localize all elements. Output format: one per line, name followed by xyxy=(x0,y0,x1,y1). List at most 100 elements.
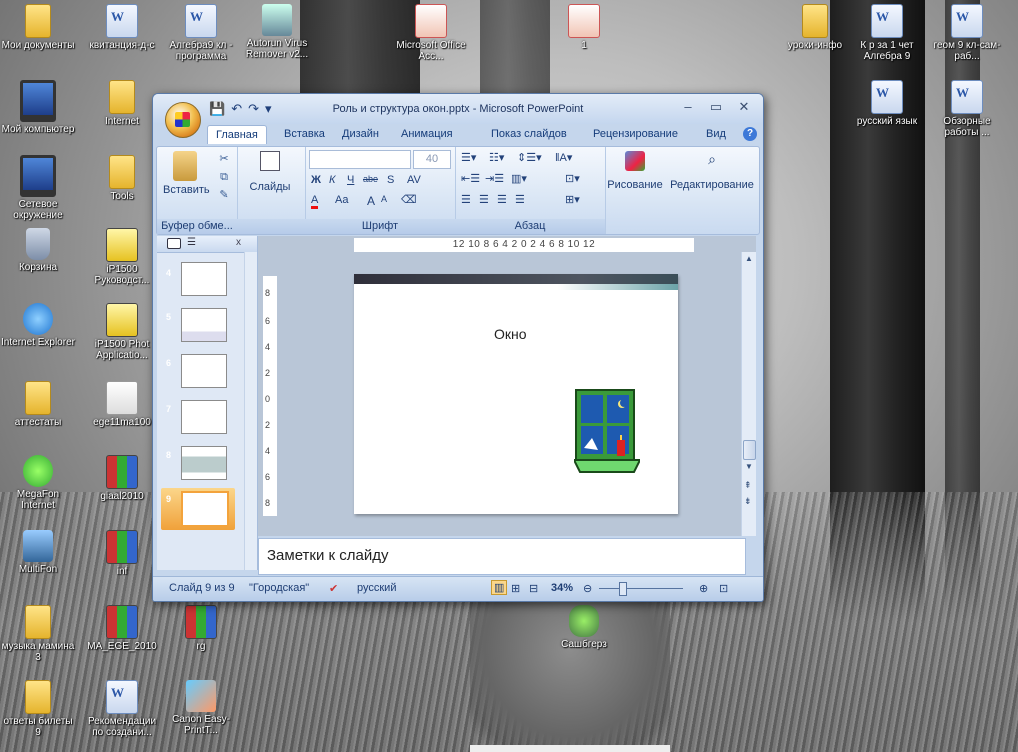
scroll-down-icon[interactable]: ▼ xyxy=(745,462,753,471)
numbering-icon[interactable]: ☷▾ xyxy=(489,151,504,164)
desktop-icon[interactable]: ege11ma100 xyxy=(85,381,159,428)
line-spacing-icon[interactable]: ⇕☰▾ xyxy=(517,151,542,164)
previous-slide-icon[interactable]: ⇞ xyxy=(744,480,752,491)
columns-icon[interactable]: ▥▾ xyxy=(511,172,527,185)
text-direction-icon[interactable]: ‖A▾ xyxy=(555,151,572,164)
fit-to-window-icon[interactable]: ⊡ xyxy=(719,582,728,595)
desktop-icon[interactable]: inf xyxy=(85,530,159,577)
grow-font-button[interactable]: A xyxy=(367,194,375,208)
drawing-button[interactable]: Рисование xyxy=(607,151,663,191)
desktop-icon[interactable]: К р за 1 чет Алгебра 9 xyxy=(850,4,924,62)
desktop-icon[interactable]: Сетевое окружение xyxy=(1,155,75,221)
desktop-icon[interactable]: Autorun Virus Remover v2... xyxy=(240,4,314,60)
paste-button[interactable]: Вставить xyxy=(163,151,210,196)
help-icon[interactable]: ? xyxy=(743,127,757,141)
slide-title[interactable]: Окно xyxy=(494,326,527,342)
scroll-thumb[interactable] xyxy=(743,440,756,460)
spellcheck-icon[interactable]: ✔ xyxy=(329,582,338,595)
slide-canvas[interactable]: Окно xyxy=(354,274,678,514)
office-button[interactable] xyxy=(165,102,201,138)
font-color-button[interactable]: A xyxy=(311,194,319,209)
close-panel-icon[interactable]: x xyxy=(236,237,241,248)
align-right-icon[interactable]: ☰ xyxy=(497,193,507,206)
font-size-dropdown[interactable]: 40 xyxy=(413,150,451,169)
desktop-icon[interactable]: геом 9 кл-сам-раб... xyxy=(930,4,1004,62)
align-center-icon[interactable]: ☰ xyxy=(479,193,489,206)
desktop-icon[interactable]: 1 xyxy=(547,4,621,51)
close-button[interactable]: ✕ xyxy=(731,98,757,116)
desktop-icon[interactable]: Сашбгерз xyxy=(547,605,621,650)
bold-button[interactable]: Ж xyxy=(311,174,321,186)
maximize-button[interactable]: ▭ xyxy=(703,98,729,116)
underline-button[interactable]: Ч xyxy=(347,174,354,186)
desktop-icon[interactable]: giaal2010 xyxy=(85,455,159,502)
zoom-out-icon[interactable]: ⊖ xyxy=(583,582,592,595)
increase-indent-icon[interactable]: ⇥☰ xyxy=(485,172,504,185)
desktop-icon[interactable]: iP1500 Phot Applicatio... xyxy=(85,303,159,361)
desktop-icon[interactable]: Мой компьютер xyxy=(1,80,75,135)
smartart-icon[interactable]: ⊞▾ xyxy=(565,193,580,206)
italic-button[interactable]: К xyxy=(329,174,335,186)
normal-view-icon[interactable]: ▥ xyxy=(491,580,508,595)
zoom-in-icon[interactable]: ⊕ xyxy=(699,582,708,595)
tab-slides-icon[interactable] xyxy=(167,238,181,249)
desktop-icon[interactable]: музыка мамина 3 xyxy=(1,605,75,663)
zoom-level[interactable]: 34% xyxy=(551,582,573,594)
slideshow-icon[interactable]: ⊟ xyxy=(529,582,538,595)
format-painter-icon[interactable]: ✎ xyxy=(215,187,233,203)
notes-pane[interactable]: Заметки к слайду xyxy=(258,538,746,575)
desktop-icon[interactable]: Рекомендации по создани... xyxy=(85,680,159,738)
tab-animation[interactable]: Анимация xyxy=(401,128,453,140)
slides-button[interactable]: Слайды xyxy=(245,151,295,193)
desktop-icon[interactable]: MA_EGE_2010 xyxy=(85,605,159,652)
minimize-button[interactable]: – xyxy=(675,98,701,116)
scroll-up-icon[interactable]: ▲ xyxy=(745,254,753,263)
clear-format-icon[interactable]: ⌫ xyxy=(401,193,417,206)
desktop-icon[interactable]: ответы билеты 9 xyxy=(1,680,75,738)
tab-outline-icon[interactable]: ☰ xyxy=(187,237,196,248)
panel-scrollbar[interactable] xyxy=(244,252,257,570)
editing-button[interactable]: ⌕ Редактирование xyxy=(667,151,757,191)
zoom-slider[interactable] xyxy=(599,588,683,589)
tab-insert[interactable]: Вставка xyxy=(284,128,325,140)
char-spacing-button[interactable]: AV xyxy=(407,174,421,186)
shadow-button[interactable]: S xyxy=(387,174,394,186)
desktop-icon[interactable]: Microsoft Office Acc... xyxy=(394,4,468,62)
desktop-icon[interactable]: Tools xyxy=(85,155,159,202)
vertical-scrollbar[interactable]: ▲ ▼ ⇞ ⇟ xyxy=(741,252,756,536)
language-indicator[interactable]: русский xyxy=(357,582,396,594)
decrease-indent-icon[interactable]: ⇤☰ xyxy=(461,172,480,185)
justify-icon[interactable]: ☰ xyxy=(515,193,525,206)
desktop-icon[interactable]: Internet xyxy=(85,80,159,127)
tab-view[interactable]: Вид xyxy=(706,128,726,140)
copy-icon[interactable]: ⧉ xyxy=(215,169,233,185)
desktop-icon[interactable]: iP1500 Руководст... xyxy=(85,228,159,286)
align-text-icon[interactable]: ⊡▾ xyxy=(565,172,580,185)
desktop-icon[interactable]: rg xyxy=(164,605,238,652)
bullets-icon[interactable]: ☰▾ xyxy=(461,151,476,164)
window-clipart[interactable] xyxy=(572,388,642,476)
desktop-icon[interactable]: Canon Easy-PrintT... xyxy=(164,680,238,736)
desktop-icon[interactable]: уроки-инфо xyxy=(778,4,852,51)
shrink-font-button[interactable]: A xyxy=(381,194,387,204)
tab-review[interactable]: Рецензирование xyxy=(593,128,678,140)
desktop-icon[interactable]: MultiFon xyxy=(1,530,75,575)
desktop-icon[interactable]: квитанция-д-с xyxy=(85,4,159,51)
desktop-icon[interactable]: Мои документы xyxy=(1,4,75,51)
strikethrough-button[interactable]: abe xyxy=(363,174,378,184)
desktop-icon[interactable]: Internet Explorer xyxy=(1,303,75,348)
desktop-icon[interactable]: Корзина xyxy=(1,228,75,273)
desktop-icon[interactable]: Алгебра9 кл - программа xyxy=(164,4,238,62)
desktop-icon[interactable]: MegaFon Internet xyxy=(1,455,75,511)
desktop-icon[interactable]: аттестаты xyxy=(1,381,75,428)
font-name-dropdown[interactable] xyxy=(309,150,411,169)
desktop-icon[interactable]: Обзорные работы ... xyxy=(930,80,1004,138)
change-case-button[interactable]: Aa xyxy=(335,194,348,206)
slide-sorter-icon[interactable]: ⊞ xyxy=(511,582,520,595)
tab-home[interactable]: Главная xyxy=(207,125,267,144)
tab-slideshow[interactable]: Показ слайдов xyxy=(491,128,567,140)
next-slide-icon[interactable]: ⇟ xyxy=(744,496,752,507)
align-left-icon[interactable]: ☰ xyxy=(461,193,471,206)
zoom-slider-thumb[interactable] xyxy=(619,582,627,596)
desktop-icon[interactable]: русский язык xyxy=(850,80,924,127)
